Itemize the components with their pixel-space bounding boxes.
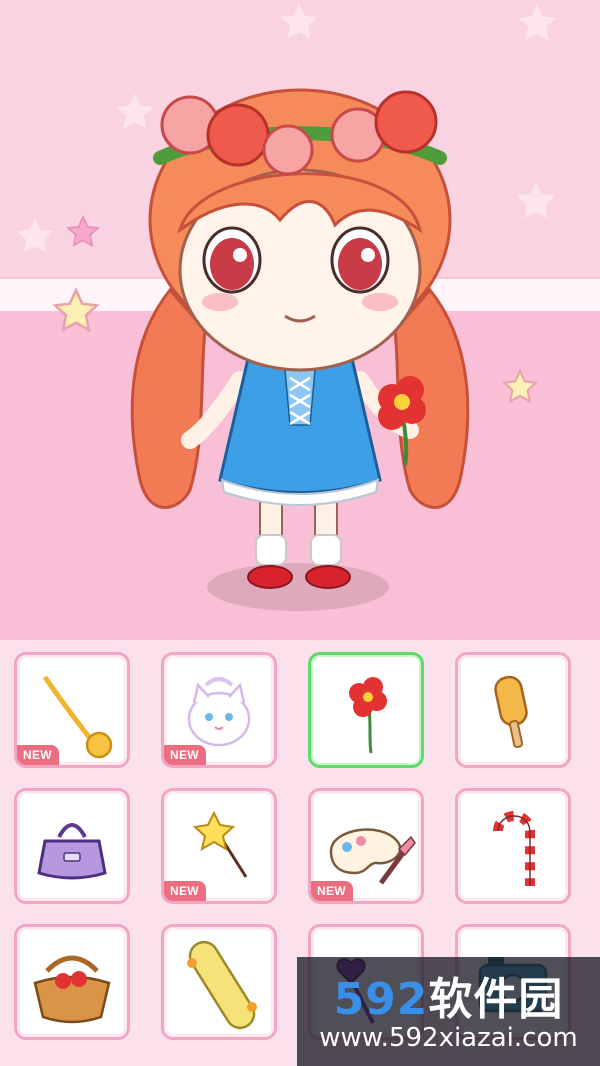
new-badge: NEW [17, 745, 59, 765]
new-badge: NEW [164, 881, 206, 901]
new-badge: NEW [164, 745, 206, 765]
accessory-slot[interactable] [308, 652, 424, 768]
accessory-slot[interactable]: NEW [308, 788, 424, 904]
wall-star-icon [280, 3, 318, 39]
wall-star-icon [16, 217, 54, 253]
accessory-slot[interactable] [14, 788, 130, 904]
sparkle-star-icon [66, 215, 100, 248]
site-watermark: 592软件园 www.592xiazai.com [297, 957, 600, 1066]
dressup-stage [0, 0, 600, 640]
skateboard-icon [187, 940, 257, 1030]
popsicle-icon [494, 675, 528, 748]
new-badge: NEW [311, 881, 353, 901]
sparkle-star-icon [52, 287, 100, 333]
watermark-logo: 592软件园 [297, 963, 600, 1027]
accessory-slot[interactable]: NEW [161, 652, 277, 768]
sparkle-star-icon [501, 368, 539, 404]
watermark-logo-text: 软件园 [428, 974, 564, 1025]
accessory-slot[interactable]: NEW [14, 652, 130, 768]
watermark-url: www.592xiazai.com [319, 1023, 578, 1053]
chibi-girl-character[interactable] [110, 80, 490, 600]
candy-cane-icon [493, 811, 535, 891]
accessory-slot[interactable] [14, 924, 130, 1040]
accessory-slot[interactable] [455, 788, 571, 904]
picnic-basket-icon [33, 955, 111, 1024]
accessory-slot[interactable]: NEW [161, 788, 277, 904]
wall-star-icon [516, 181, 556, 219]
wall-star-icon [517, 3, 557, 41]
watermark-logo-number: 592 [333, 974, 429, 1025]
purple-purse-icon [37, 823, 107, 880]
red-flower-icon [349, 677, 387, 754]
accessory-slot[interactable] [161, 924, 277, 1040]
accessory-slot[interactable] [455, 652, 571, 768]
